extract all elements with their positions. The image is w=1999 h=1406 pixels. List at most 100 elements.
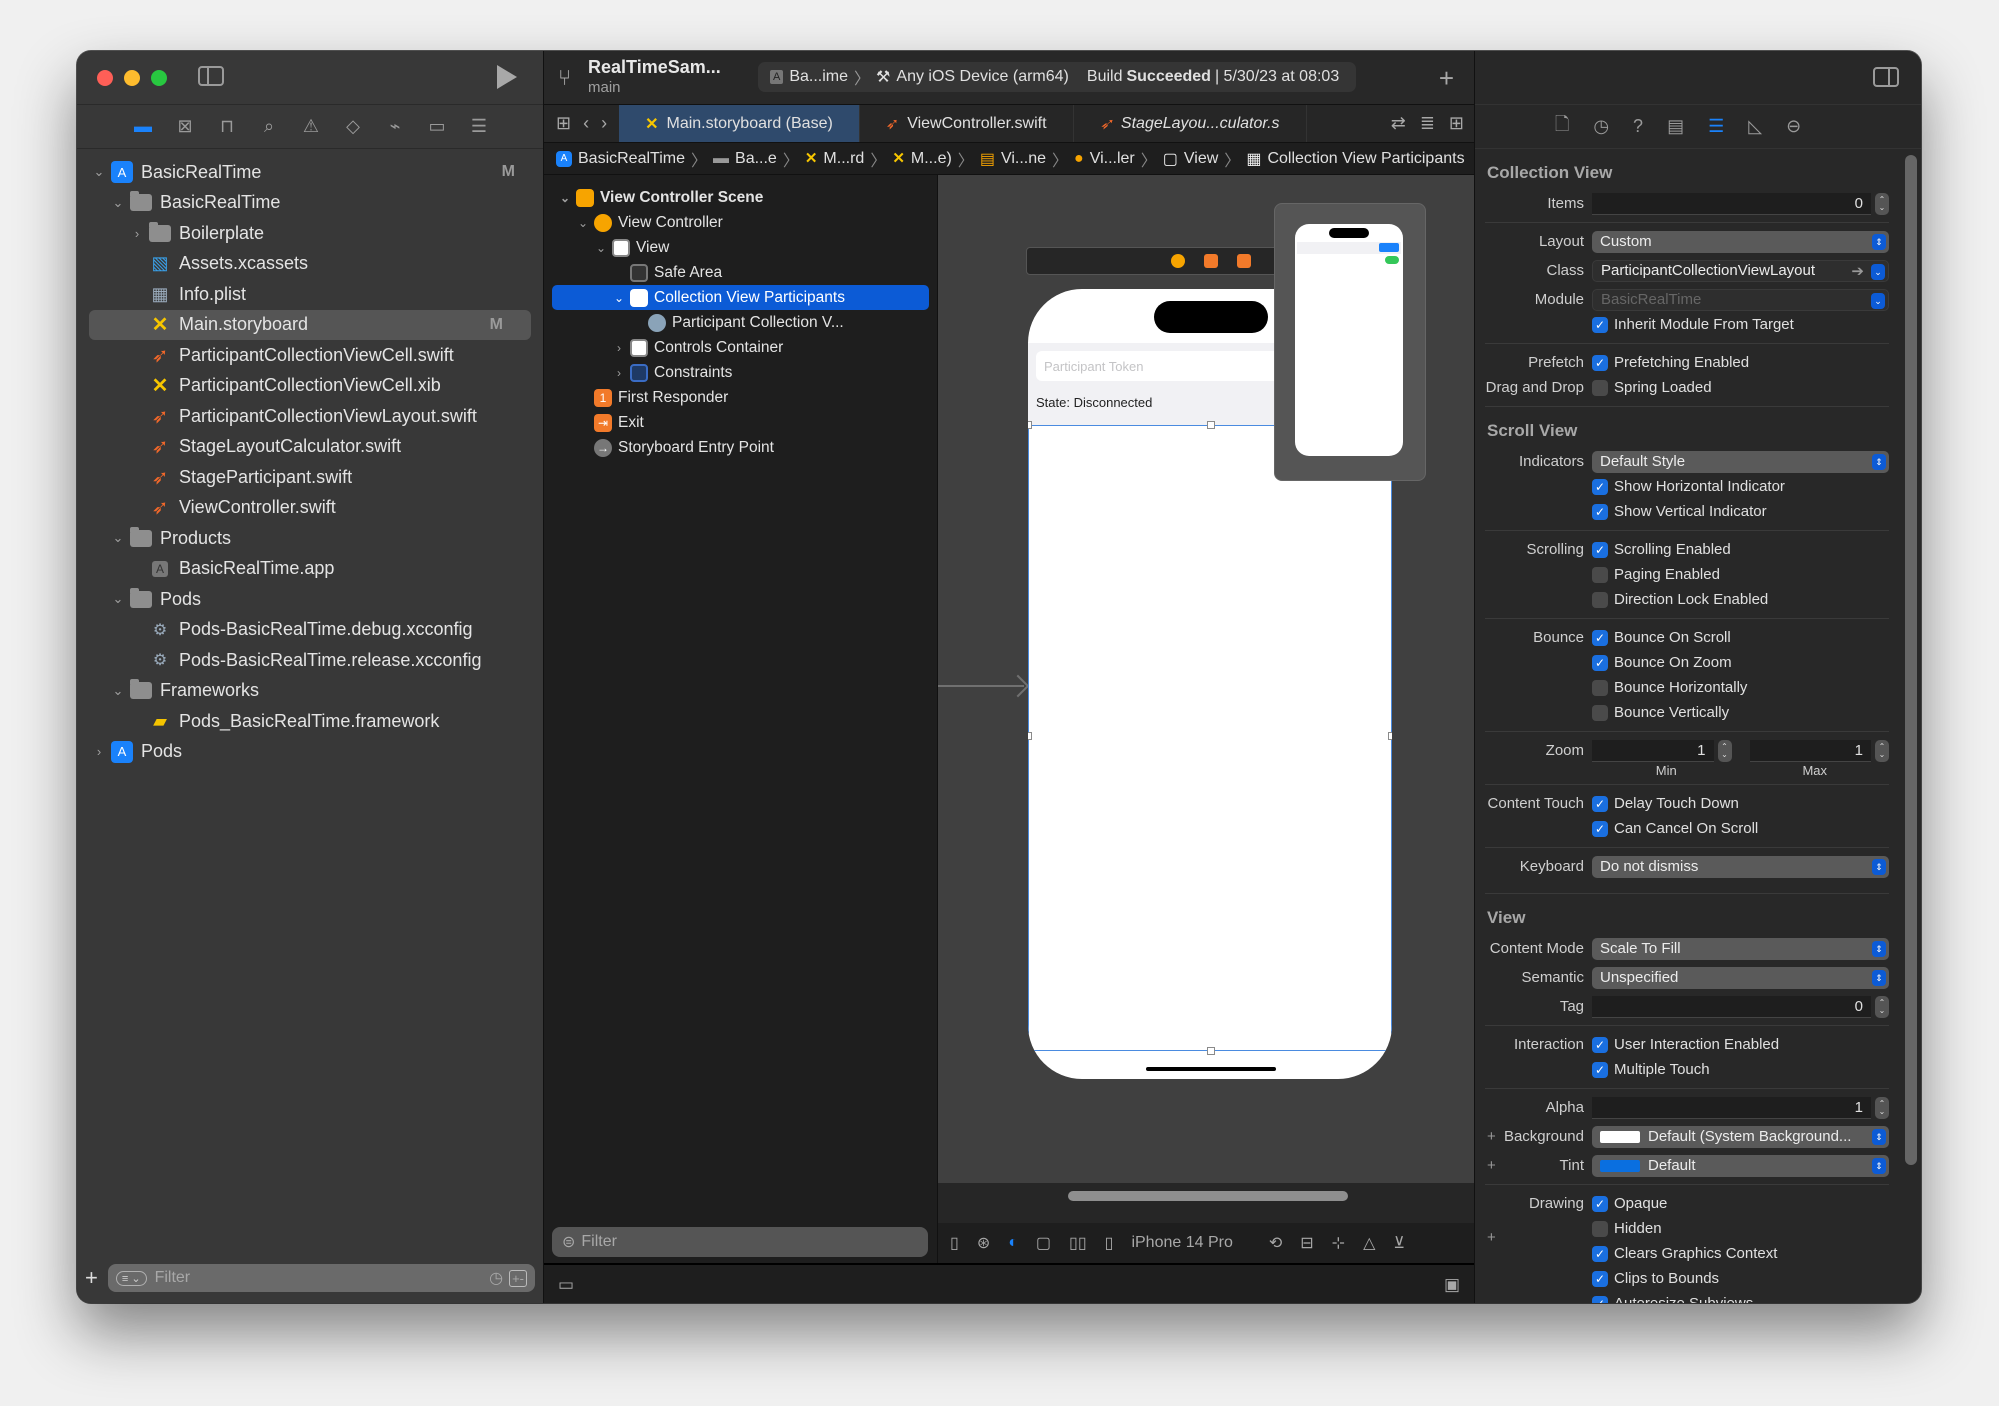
resize-handle[interactable] xyxy=(1388,1047,1392,1055)
toggle-inspector-icon[interactable] xyxy=(1873,67,1899,87)
delay-touch-down-checkbox[interactable]: ✓ xyxy=(1592,795,1608,812)
jumpbar-item[interactable]: ✕ M...rd xyxy=(805,149,864,168)
chevron-right-icon[interactable]: › xyxy=(610,341,628,355)
resize-handle[interactable] xyxy=(1028,732,1032,740)
outline-item[interactable]: Safe Area xyxy=(552,260,929,285)
navigator-item[interactable]: ▧ Assets.xcassets xyxy=(77,249,543,280)
outline-item[interactable]: › Controls Container xyxy=(552,335,929,360)
keyboard-popup[interactable]: Do not dismiss ⇕ xyxy=(1592,855,1889,878)
bounce-on-zoom-checkbox[interactable]: ✓ xyxy=(1592,654,1608,671)
hidden-checkbox[interactable]: ✓ xyxy=(1592,1220,1608,1237)
device-icon[interactable]: ▯ xyxy=(1105,1233,1114,1253)
navigator-item[interactable]: ➶ ParticipantCollectionViewCell.swift xyxy=(77,340,543,371)
folder-icon[interactable]: ▬ xyxy=(131,115,155,139)
chevron-down-icon[interactable]: ⌄ xyxy=(91,164,107,180)
size-inspector-icon[interactable]: ◺ xyxy=(1748,116,1762,137)
can-cancel-on-scroll-checkbox[interactable]: ✓ xyxy=(1592,820,1608,837)
navigator-item[interactable]: ⚙ Pods-BasicRealTime.release.xcconfig xyxy=(77,645,543,676)
navigator-item[interactable]: ⌄ BasicRealTime xyxy=(77,188,543,219)
background-popup[interactable]: Default (System Background... ⇕ xyxy=(1592,1125,1889,1148)
chevron-right-icon[interactable]: › xyxy=(129,226,145,241)
chevron-down-icon[interactable]: ⌄ xyxy=(574,216,592,230)
state-label[interactable]: State: Disconnected xyxy=(1036,395,1152,410)
show-horizontal-indicator-checkbox[interactable]: ✓ xyxy=(1592,478,1608,495)
chevron-down-icon[interactable]: ⌄ xyxy=(110,683,126,699)
help-inspector-icon[interactable]: ? xyxy=(1633,116,1643,137)
warning-icon[interactable]: ⚠ xyxy=(299,115,323,139)
direction-lock-checkbox[interactable]: ✓ xyxy=(1592,591,1608,608)
navigator-item[interactable]: ⌄ Products xyxy=(77,523,543,554)
run-button[interactable] xyxy=(497,65,517,89)
toggle-debug-area-icon[interactable]: ▣ xyxy=(1444,1275,1460,1295)
clears-graphics-context-checkbox[interactable]: ✓ xyxy=(1592,1245,1608,1262)
resize-handle[interactable] xyxy=(1388,732,1392,740)
zoom-max-stepper[interactable]: ⌃ ⌄ xyxy=(1875,739,1889,762)
breakpoint-icon[interactable]: ▭ xyxy=(425,115,449,139)
alpha-field[interactable]: 1 xyxy=(1592,1096,1871,1119)
add-constraints-icon[interactable]: ⊹ xyxy=(1332,1233,1345,1253)
scrollbar-thumb[interactable] xyxy=(1068,1191,1348,1201)
entry-point-arrow[interactable] xyxy=(938,685,1024,687)
show-vertical-indicator-checkbox[interactable]: ✓ xyxy=(1592,503,1608,520)
symbol-hierarchy-icon[interactable]: ⊓ xyxy=(215,115,239,139)
collection-view-participants[interactable] xyxy=(1028,421,1392,1055)
navigator-item[interactable]: ⌄ A BasicRealTime M xyxy=(77,157,543,188)
jumpbar-item[interactable]: ▬ Ba...e xyxy=(713,150,777,168)
outline-item[interactable]: ⌄ View Controller Scene xyxy=(552,185,929,210)
clips-to-bounds-checkbox[interactable]: ✓ xyxy=(1592,1270,1608,1287)
source-control-filter-icon[interactable]: +- xyxy=(509,1269,527,1287)
activity-view[interactable]: A Ba...ime 〉 ⚒ Any iOS Device (arm64) Bu… xyxy=(758,62,1356,92)
outline-item[interactable]: ⌄ View Controller xyxy=(552,210,929,235)
jumpbar-item[interactable]: ▦ Collection View Participants xyxy=(1246,149,1464,169)
bounce-on-scroll-checkbox[interactable]: ✓ xyxy=(1592,629,1608,646)
toggle-outline-icon[interactable]: ▯ xyxy=(950,1233,959,1253)
source-control-icon[interactable]: ⊠ xyxy=(173,115,197,139)
debug-spray-icon[interactable]: ⌁ xyxy=(383,115,407,139)
add-variation-icon[interactable]: + xyxy=(1487,1128,1496,1145)
layout-popup[interactable]: Custom ⇕ xyxy=(1592,230,1889,253)
chevron-down-icon[interactable]: ⌄ xyxy=(110,195,126,211)
bounce-vertically-checkbox[interactable]: ✓ xyxy=(1592,704,1608,721)
opaque-checkbox[interactable]: ✓ xyxy=(1592,1195,1608,1212)
items-field[interactable]: 0 xyxy=(1592,192,1871,215)
accessibility-icon[interactable]: ⊛ xyxy=(977,1233,990,1253)
scheme-target[interactable]: Ba...ime xyxy=(789,68,848,86)
class-combo[interactable]: ParticipantCollectionViewLayout ➔ ⌄ xyxy=(1592,259,1889,282)
orientation-icon[interactable]: ▢ xyxy=(1036,1233,1051,1253)
chevron-down-icon[interactable]: ⌄ xyxy=(110,591,126,607)
embed-in-icon[interactable]: ⊻ xyxy=(1393,1233,1405,1253)
scrolling-enabled-checkbox[interactable]: ✓ xyxy=(1592,541,1608,558)
navigator-item[interactable]: ⌄ Frameworks xyxy=(77,676,543,707)
filter-options-icon[interactable]: ≡ ⌄ xyxy=(115,1270,147,1286)
refresh-icon[interactable]: ⇄ xyxy=(1391,113,1406,134)
resize-handle[interactable] xyxy=(1207,1047,1215,1055)
editor-tab[interactable]: ➶ StageLayou...culator.s xyxy=(1074,105,1307,142)
navigator-item[interactable]: ➶ StageLayoutCalculator.swift xyxy=(77,432,543,463)
history-inspector-icon[interactable]: ◷ xyxy=(1593,116,1609,137)
forward-icon[interactable]: › xyxy=(601,113,607,134)
add-library-button[interactable]: + xyxy=(1439,63,1454,94)
outline-filter-input[interactable]: ⊜ Filter xyxy=(552,1227,928,1257)
storyboard-canvas[interactable]: Participant Token State: Disconnected xyxy=(938,175,1474,1183)
module-combo[interactable]: BasicRealTime ⌄ xyxy=(1592,288,1889,311)
items-stepper[interactable]: ⌃ ⌄ xyxy=(1875,192,1889,215)
run-destination[interactable]: Any iOS Device (arm64) xyxy=(896,68,1069,86)
chevron-down-icon[interactable]: ⌄ xyxy=(556,191,574,205)
bounce-horizontally-checkbox[interactable]: ✓ xyxy=(1592,679,1608,696)
spring-loaded-checkbox[interactable]: ✓ xyxy=(1592,379,1608,396)
paging-enabled-checkbox[interactable]: ✓ xyxy=(1592,566,1608,583)
chevron-down-icon[interactable]: ⌄ xyxy=(110,530,126,546)
outline-item[interactable]: ⇥ Exit xyxy=(552,410,929,435)
editor-options-icon[interactable]: ≣ xyxy=(1420,113,1435,134)
minimize-window-button[interactable] xyxy=(124,70,140,86)
chevron-down-icon[interactable]: ⌄ xyxy=(1871,292,1885,309)
prefetching-checkbox[interactable]: ✓ xyxy=(1592,354,1608,371)
outline-item[interactable]: 1 First Responder xyxy=(552,385,929,410)
zoom-min-field[interactable]: 1 xyxy=(1592,739,1714,762)
exit-dock-icon[interactable] xyxy=(1237,254,1251,268)
navigator-item[interactable]: A BasicRealTime.app xyxy=(77,554,543,585)
jumpbar-item[interactable]: ▢ View xyxy=(1163,149,1219,169)
navigator-item[interactable]: ▦ Info.plist xyxy=(77,279,543,310)
view-controller-dock-icon[interactable] xyxy=(1171,254,1185,268)
add-file-button[interactable]: + xyxy=(85,1265,98,1291)
